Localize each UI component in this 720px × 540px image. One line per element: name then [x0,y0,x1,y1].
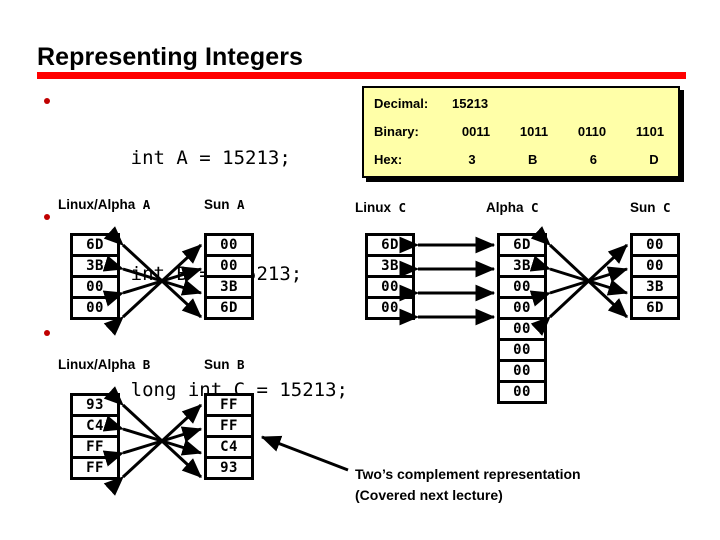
header-name: Alpha [486,200,524,215]
byte-cell: 00 [500,320,544,341]
byte-table-alpha-c: 6D 3B 00 00 00 00 00 00 [497,233,547,404]
binary-nibble: 1011 [519,124,549,139]
byte-cell: 00 [500,299,544,320]
header-alpha-c: Alpha C [486,200,539,215]
byte-cell: 3B [73,257,117,278]
header-var: C [655,200,671,215]
swap-arrow [530,226,629,319]
header-name: Linux/Alpha [58,197,136,212]
header-var: C [391,200,407,215]
byte-table-linux-c: 6D 3B 00 00 [365,233,415,320]
list-item: int A = 15213; [36,86,366,202]
bullet-dot-icon [44,98,50,104]
byte-cell: 00 [500,362,544,383]
header-name: Sun [204,197,230,212]
byte-table-sun-a: 00 00 3B 6D [204,233,254,320]
byte-cell: 6D [368,236,412,257]
swap-arrow [529,266,629,307]
title-underline-rule [37,72,686,79]
header-var: A [229,197,245,212]
decimal-label: Decimal: [374,96,429,111]
byte-cell: 00 [368,299,412,317]
byte-cell: 00 [633,257,677,278]
byte-table-linux-alpha-b: 93 C4 FF FF [70,393,120,480]
header-linux-alpha-b: Linux/Alpha B [58,357,150,372]
header-var: A [135,197,151,212]
header-var: C [523,200,539,215]
binary-nibbles: 0011 1011 0110 1101 [452,124,674,139]
byte-cell: FF [207,396,251,417]
byte-cell: C4 [73,417,117,438]
byte-cell: 3B [368,257,412,278]
byte-cell: 3B [633,278,677,299]
byte-cell: FF [207,417,251,438]
byte-cell: 00 [500,278,544,299]
byte-cell: 00 [500,383,544,401]
byte-cell: 00 [207,257,251,278]
hex-digit: 6 [589,152,597,167]
byte-cell: 00 [633,236,677,257]
header-var: B [135,357,151,372]
decimal-row: Decimal: 15213 [364,94,678,124]
byte-cell: 00 [207,236,251,257]
binary-nibble: 0110 [577,124,607,139]
byte-cell: 3B [500,257,544,278]
binary-row: Binary: 0011 1011 0110 1101 [364,122,678,152]
byte-cell: 00 [500,341,544,362]
value-representation-box: Decimal: 15213 Binary: 0011 1011 0110 11… [362,86,680,178]
byte-cell: 6D [73,236,117,257]
header-linux-c: Linux C [355,200,406,215]
slide: Representing Integers int A = 15213; int… [0,0,720,540]
header-sun-c: Sun C [630,200,671,215]
binary-nibble: 1101 [635,124,665,139]
header-linux-alpha-a: Linux/Alpha A [58,197,150,212]
header-name: Linux [355,200,391,215]
hex-digit: 3 [468,152,476,167]
byte-cell: 93 [207,459,251,477]
bullet-dot-icon [44,214,50,220]
decimal-value: 15213 [452,96,489,111]
header-name: Sun [630,200,656,215]
header-sun-a: Sun A [204,197,245,212]
byte-cell: 6D [633,299,677,317]
byte-table-linux-alpha-a: 6D 3B 00 00 [70,233,120,320]
byte-cell: 6D [500,236,544,257]
byte-cell: 93 [73,396,117,417]
caption-text: Two’s complement representation (Covered… [355,466,581,503]
swap-arrow [529,255,629,296]
code-text: int A = 15213; [130,147,291,169]
byte-cell: C4 [207,438,251,459]
byte-cell: 3B [207,278,251,299]
binary-nibble: 0011 [461,124,491,139]
page-title: Representing Integers [37,43,304,71]
caption-pointer-arrow [260,435,349,472]
header-name: Linux/Alpha [58,357,136,372]
byte-cell: 6D [207,299,251,317]
byte-cell: 00 [73,278,117,299]
byte-cell: 00 [73,299,117,317]
bullet-dot-icon [44,330,50,336]
swap-arrow [530,243,629,336]
hex-digits: 3 B 6 D [452,152,674,167]
byte-cell: FF [73,459,117,477]
hex-row: Hex: 3 B 6 D [364,150,678,180]
byte-table-sun-c: 00 00 3B 6D [630,233,680,320]
byte-cell: FF [73,438,117,459]
header-name: Sun [204,357,230,372]
hex-digit: B [527,152,538,167]
binary-label: Binary: [374,124,419,139]
byte-cell: 00 [368,278,412,299]
hex-label: Hex: [374,152,403,167]
hex-digit: D [649,152,659,167]
header-sun-b: Sun B [204,357,245,372]
header-var: B [229,357,245,372]
byte-table-sun-b: FF FF C4 93 [204,393,254,480]
